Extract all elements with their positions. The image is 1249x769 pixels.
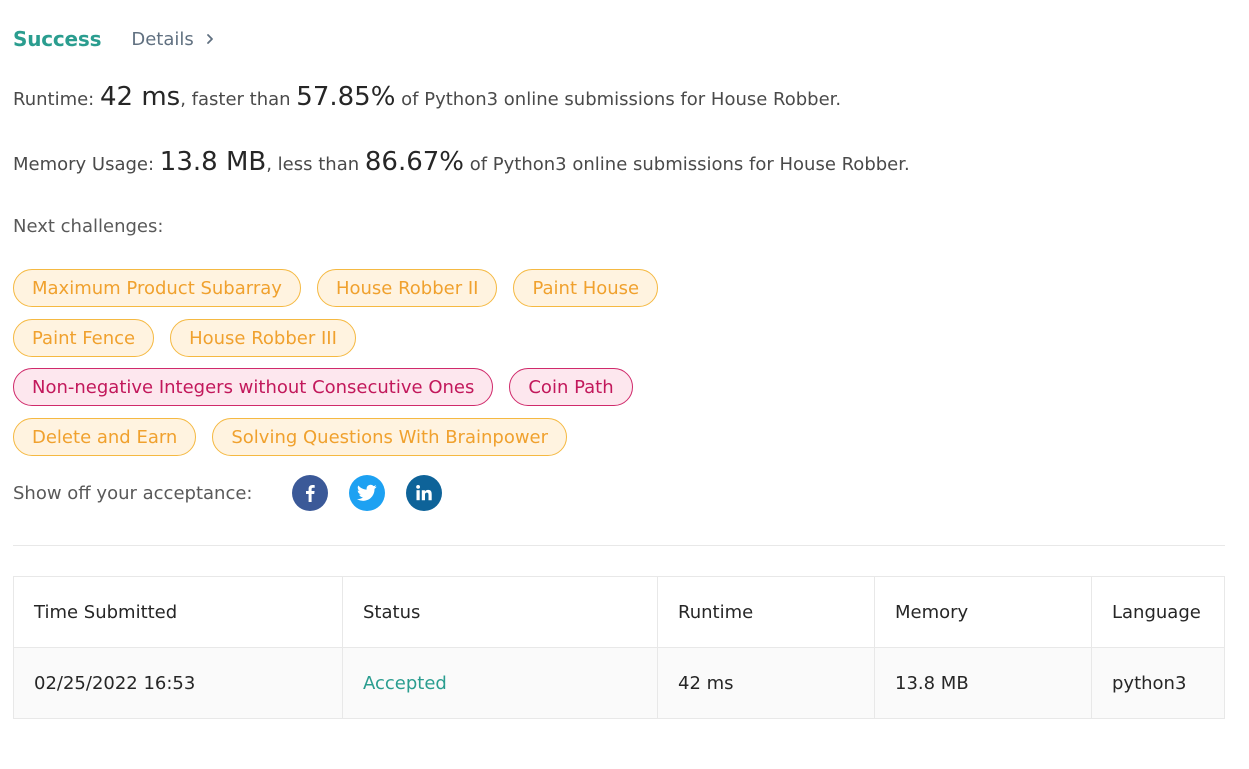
column-header: Time Submitted	[13, 576, 343, 648]
runtime-percent: 57.85%	[296, 82, 396, 112]
challenge-row: Maximum Product Subarray House Robber II…	[13, 269, 659, 307]
challenge-tag[interactable]: Delete and Earn	[13, 418, 197, 456]
challenge-tag[interactable]: Paint Fence	[13, 319, 155, 357]
challenge-tag[interactable]: Paint House	[513, 269, 659, 307]
runtime-stat: Runtime: 42 ms, faster than 57.85% of Py…	[13, 82, 841, 112]
memory-stat: Memory Usage: 13.8 MB, less than 86.67% …	[13, 147, 910, 177]
challenge-row: Delete and Earn Solving Questions With B…	[13, 418, 568, 456]
facebook-glyph	[306, 485, 316, 502]
submission-result-page: Success Details Runtime: 42 ms, faster t…	[0, 0, 1249, 769]
challenge-tag[interactable]: House Robber II	[316, 269, 498, 307]
column-header: Memory	[874, 576, 1092, 648]
challenge-tag[interactable]: House Robber III	[170, 319, 356, 357]
runtime-cell: 42 ms	[657, 647, 875, 719]
success-status: Success	[13, 27, 102, 51]
linkedin-icon[interactable]	[406, 475, 443, 511]
share-label: Show off your acceptance:	[13, 482, 253, 504]
memory-value: 13.8 MB	[159, 147, 267, 177]
status-cell: Accepted	[342, 647, 658, 719]
challenge-row: Non-negative Integers without Consecutiv…	[13, 368, 633, 406]
details-label: Details	[131, 28, 194, 50]
chevron-right-icon	[206, 34, 213, 44]
result-header: Success Details	[13, 22, 216, 56]
runtime-middle: , faster than	[180, 89, 297, 110]
table-row: 02/25/2022 16:53 Accepted 42 ms 13.8 MB …	[13, 647, 1225, 719]
submissions-table: Time Submitted Status Runtime Memory Lan…	[13, 576, 1225, 719]
column-header: Language	[1091, 576, 1225, 648]
twitter-icon[interactable]	[349, 475, 386, 511]
details-link[interactable]: Details	[131, 29, 215, 50]
challenge-tag[interactable]: Solving Questions With Brainpower	[212, 418, 568, 456]
challenge-row: Paint Fence House Robber III	[13, 319, 356, 357]
memory-suffix: of Python3 online submissions for House …	[464, 154, 910, 175]
challenge-tag[interactable]: Coin Path	[509, 368, 633, 406]
twitter-glyph	[357, 484, 378, 501]
linkedin-glyph	[416, 485, 433, 501]
facebook-icon[interactable]	[292, 475, 329, 511]
column-header: Runtime	[657, 576, 875, 648]
memory-prefix: Memory Usage:	[13, 154, 160, 175]
memory-middle: , less than	[266, 154, 365, 175]
runtime-suffix: of Python3 online submissions for House …	[395, 89, 842, 110]
memory-percent: 86.67%	[364, 147, 464, 177]
language-cell: python3	[1091, 647, 1225, 719]
runtime-prefix: Runtime:	[13, 89, 100, 110]
memory-cell: 13.8 MB	[874, 647, 1092, 719]
challenge-tag[interactable]: Maximum Product Subarray	[13, 269, 301, 307]
time-submitted-cell: 02/25/2022 16:53	[13, 647, 343, 719]
next-challenges-label: Next challenges:	[13, 216, 164, 237]
challenge-tag[interactable]: Non-negative Integers without Consecutiv…	[13, 368, 494, 406]
divider	[13, 545, 1225, 546]
table-header-row: Time Submitted Status Runtime Memory Lan…	[13, 576, 1225, 648]
share-row: Show off your acceptance:	[13, 475, 443, 511]
runtime-value: 42 ms	[99, 82, 181, 112]
column-header: Status	[342, 576, 658, 648]
accepted-status-link[interactable]: Accepted	[363, 673, 447, 694]
share-icons	[292, 475, 443, 511]
